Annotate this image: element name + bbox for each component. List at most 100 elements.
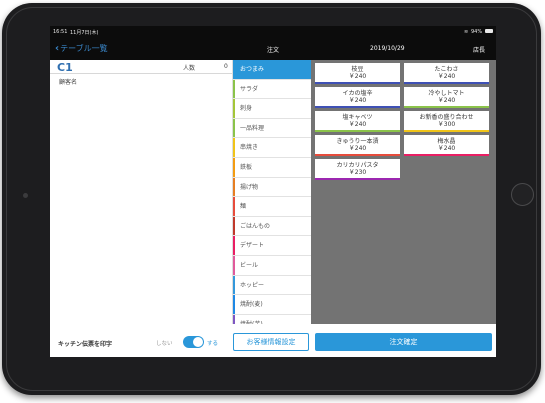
menu-item[interactable]: 塩キャベツ ￥240 [315,111,400,132]
category-label: 鉄板 [240,163,253,171]
category-label: ビール [240,261,259,269]
category-color-bar [233,60,235,79]
battery-percent: 94% [471,29,483,35]
category-label: 揚げ物 [240,183,259,191]
menu-item-price: ￥300 [437,121,456,128]
app-screen: 16:51 11月7日(木) ≋ 94% ‹ テーブル一覧 注文 2019/10… [50,26,496,357]
category-item[interactable]: 鉄板 [233,157,311,178]
menu-item[interactable]: イカの塩辛 ￥240 [315,87,400,108]
menu-item-price: ￥240 [437,73,456,80]
category-item[interactable]: ホッピー [233,275,311,296]
menu-item-color-stripe [315,130,400,132]
category-color-bar [233,177,235,197]
category-item[interactable]: ごはんもの [233,216,311,237]
category-color-bar [233,79,235,99]
category-label: 刺身 [240,105,253,113]
menu-item-name: 梅水晶 [437,138,456,145]
menu-item-color-stripe [315,106,400,108]
menu-item-price: ￥240 [348,73,367,80]
category-item[interactable]: デザート [233,236,311,256]
guests-label: 人数 [183,65,196,72]
category-label: ごはんもの [240,222,271,230]
menu-item-price: ￥230 [348,169,367,176]
nav-date: 2019/10/29 [370,45,405,52]
category-item[interactable]: サラダ [233,79,311,100]
staff-name[interactable]: 店長 [473,45,485,54]
nav-bar: ‹ テーブル一覧 注文 2019/10/29 店長 [50,38,496,60]
menu-item-name: 枝豆 [351,66,364,73]
back-label: テーブル一覧 [60,44,108,53]
confirm-order-button[interactable]: 注文確定 [315,333,492,351]
menu-item[interactable]: 枝豆 ￥240 [315,63,400,84]
category-item[interactable]: 串焼き [233,138,311,158]
category-list: おつまみサラダ刺身一品料理串焼き鉄板揚げ物麺ごはんものデザートビールホッピー焼酎… [233,60,311,357]
guests-count[interactable]: 0 [224,63,228,70]
status-time: 16:51 [53,29,68,35]
category-item[interactable]: 一品料理 [233,118,311,139]
category-item[interactable]: おつまみ [233,60,311,80]
customer-name-label[interactable]: 顧客名 [59,77,77,86]
menu-item-color-stripe [315,82,400,84]
category-label: デザート [240,242,265,250]
category-item[interactable]: 麺 [233,197,311,217]
menu-item-name: カリカリパスタ [336,162,379,169]
menu-item-name: イカの塩辛 [342,90,373,97]
customer-info-button[interactable]: お客様情報設定 [233,333,309,351]
status-date: 11月7日(木) [70,30,99,36]
category-label: おつまみ [240,66,265,73]
category-color-bar [233,255,235,275]
divider [50,73,232,74]
menu-item[interactable]: きゅうり一本漬 ￥240 [315,135,400,156]
category-label: 焼酎(麦) [240,301,263,309]
category-item[interactable]: 揚げ物 [233,177,311,198]
menu-item-price: ￥240 [348,97,367,104]
category-item[interactable]: 焼酎(麦) [233,295,311,315]
category-color-bar [233,275,235,295]
menu-item-price: ￥240 [348,145,367,152]
menu-item[interactable]: お新香の盛り合わせ ￥300 [404,111,489,132]
kitchen-print-toggle[interactable] [183,336,204,348]
menu-item[interactable]: カリカリパスタ ￥230 [315,159,400,180]
home-button[interactable] [511,183,534,206]
toggle-on-label: する [207,341,219,347]
menu-item-price: ￥240 [348,121,367,128]
battery-icon [485,29,493,33]
category-label: ホッピー [240,281,265,289]
category-label: 一品料理 [240,124,265,132]
menu-item-name: 塩キャベツ [342,114,373,121]
back-button[interactable]: ‹ テーブル一覧 [55,43,108,54]
menu-item-name: お新香の盛り合わせ [419,114,474,121]
menu-item[interactable]: 冷やしトマト ￥240 [404,87,489,108]
category-label: サラダ [240,85,259,93]
status-bar: 16:51 11月7日(木) ≋ 94% [50,26,496,38]
menu-grid: 枝豆 ￥240 たこわさ ￥240 イカの塩辛 ￥240 冷やしトマト ￥240 塩キャベツ ￥2… [311,60,496,324]
menu-item-color-stripe [315,154,400,156]
category-item[interactable]: 刺身 [233,99,311,119]
category-color-bar [233,138,235,157]
category-color-bar [233,216,235,236]
menu-item-color-stripe [404,82,489,84]
order-panel: C1 人数 0 顧客名 [50,60,233,324]
category-color-bar [233,236,235,255]
category-item[interactable]: ビール [233,255,311,276]
front-camera [23,193,28,198]
menu-item[interactable]: 梅水晶 ￥240 [404,135,489,156]
footer-bar: キッチン伝票を印字 しない する お客様情報設定 注文確定 [50,324,496,357]
menu-item-price: ￥240 [437,97,456,104]
wifi-icon: ≋ [464,29,469,35]
category-label: 串焼き [240,144,259,152]
tablet-frame: 16:51 11月7日(木) ≋ 94% ‹ テーブル一覧 注文 2019/10… [2,3,541,395]
menu-item-color-stripe [404,106,489,108]
menu-item-name: たこわさ [434,66,459,73]
toggle-knob [193,337,203,347]
category-color-bar [233,99,235,118]
nav-title: 注文 [267,47,280,54]
category-color-bar [233,118,235,138]
menu-item[interactable]: たこわさ ￥240 [404,63,489,84]
menu-item-name: 冷やしトマト [428,90,465,97]
category-color-bar [233,157,235,177]
menu-item-color-stripe [315,178,400,180]
menu-item-price: ￥240 [437,145,456,152]
toggle-off-label: しない [156,341,173,347]
kitchen-print-label: キッチン伝票を印字 [58,341,113,348]
